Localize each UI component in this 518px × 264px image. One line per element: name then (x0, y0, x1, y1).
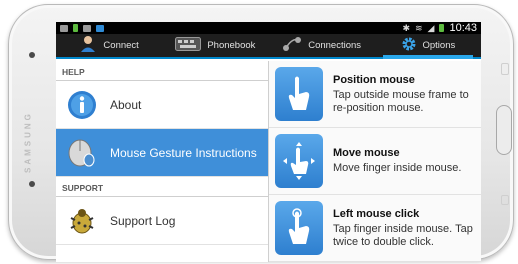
menu-item-label: About (110, 97, 142, 112)
person-icon (79, 35, 97, 56)
instruction-position-mouse: Position mouse Tap outside mouse frame t… (269, 61, 481, 128)
info-icon (66, 89, 98, 121)
status-bar: ✱ ≋ ◢ 10:43 (56, 22, 481, 34)
bluetooth-icon: ✱ (402, 22, 410, 33)
tap-hand-icon (275, 201, 323, 255)
menu-item-support-log[interactable]: Support Log (56, 197, 268, 245)
battery-icon (439, 24, 445, 32)
menu-key[interactable] (501, 63, 509, 75)
instruction-left-mouse-click: Left mouse click Tap finger inside mouse… (269, 195, 481, 262)
keyboard-icon (175, 37, 202, 54)
tab-connect[interactable]: Connect (56, 34, 162, 57)
tab-connections[interactable]: Connections (269, 34, 375, 57)
options-menu: HELP About Mouse Gesture Instructions SU… (56, 61, 269, 262)
tab-label: Connections (308, 40, 362, 51)
camera-dot (29, 52, 35, 58)
position-hand-icon (275, 67, 323, 121)
bug-icon (66, 205, 98, 237)
instruction-description: Tap outside mouse frame to re-position m… (333, 88, 469, 114)
back-key[interactable] (501, 195, 509, 205)
clock: 10:43 (449, 22, 477, 34)
menu-item-label: Mouse Gesture Instructions (110, 145, 257, 160)
instruction-title: Move mouse (333, 147, 400, 159)
menu-item-mouse-gesture-instructions[interactable]: Mouse Gesture Instructions (56, 129, 268, 177)
tab-options[interactable]: Options (375, 34, 481, 59)
mouse-icon (66, 137, 98, 169)
signal-icon: ◢ (427, 22, 435, 33)
instruction-description: Move finger inside mouse. (333, 162, 462, 174)
wifi-icon: ≋ (415, 22, 423, 33)
instruction-title: Position mouse (333, 73, 415, 86)
tab-bar: Connect Phonebook Connections Options (56, 34, 481, 59)
instruction-title: Left mouse click (333, 207, 420, 220)
move-hand-icon (275, 134, 323, 188)
usb-icon (83, 24, 91, 32)
screen: ✱ ≋ ◢ 10:43 Connect Phonebook Connection… (56, 22, 481, 262)
section-header-help: HELP (56, 61, 268, 81)
gear-icon (401, 36, 417, 55)
link-icon (282, 36, 302, 55)
menu-item-about[interactable]: About (56, 81, 268, 129)
instruction-move-mouse: Move mouse Move finger inside mouse. (269, 128, 481, 195)
home-button[interactable] (496, 105, 512, 155)
gesture-instructions-panel: Position mouse Tap outside mouse frame t… (269, 61, 481, 262)
menu-item-label: Support Log (110, 213, 176, 228)
tab-label: Options (422, 40, 456, 51)
section-header-support: SUPPORT (56, 177, 268, 197)
app-icon (96, 24, 104, 32)
instruction-description: Tap finger inside mouse. Tap twice to do… (333, 222, 473, 248)
email-icon (60, 24, 68, 32)
battery-saver-icon (73, 24, 78, 32)
brand-logo: SAMSUNG (23, 111, 33, 173)
tab-label: Connect (103, 40, 139, 51)
tab-label: Phonebook (207, 40, 256, 51)
content-area: HELP About Mouse Gesture Instructions SU… (56, 61, 481, 262)
tab-phonebook[interactable]: Phonebook (162, 34, 268, 57)
